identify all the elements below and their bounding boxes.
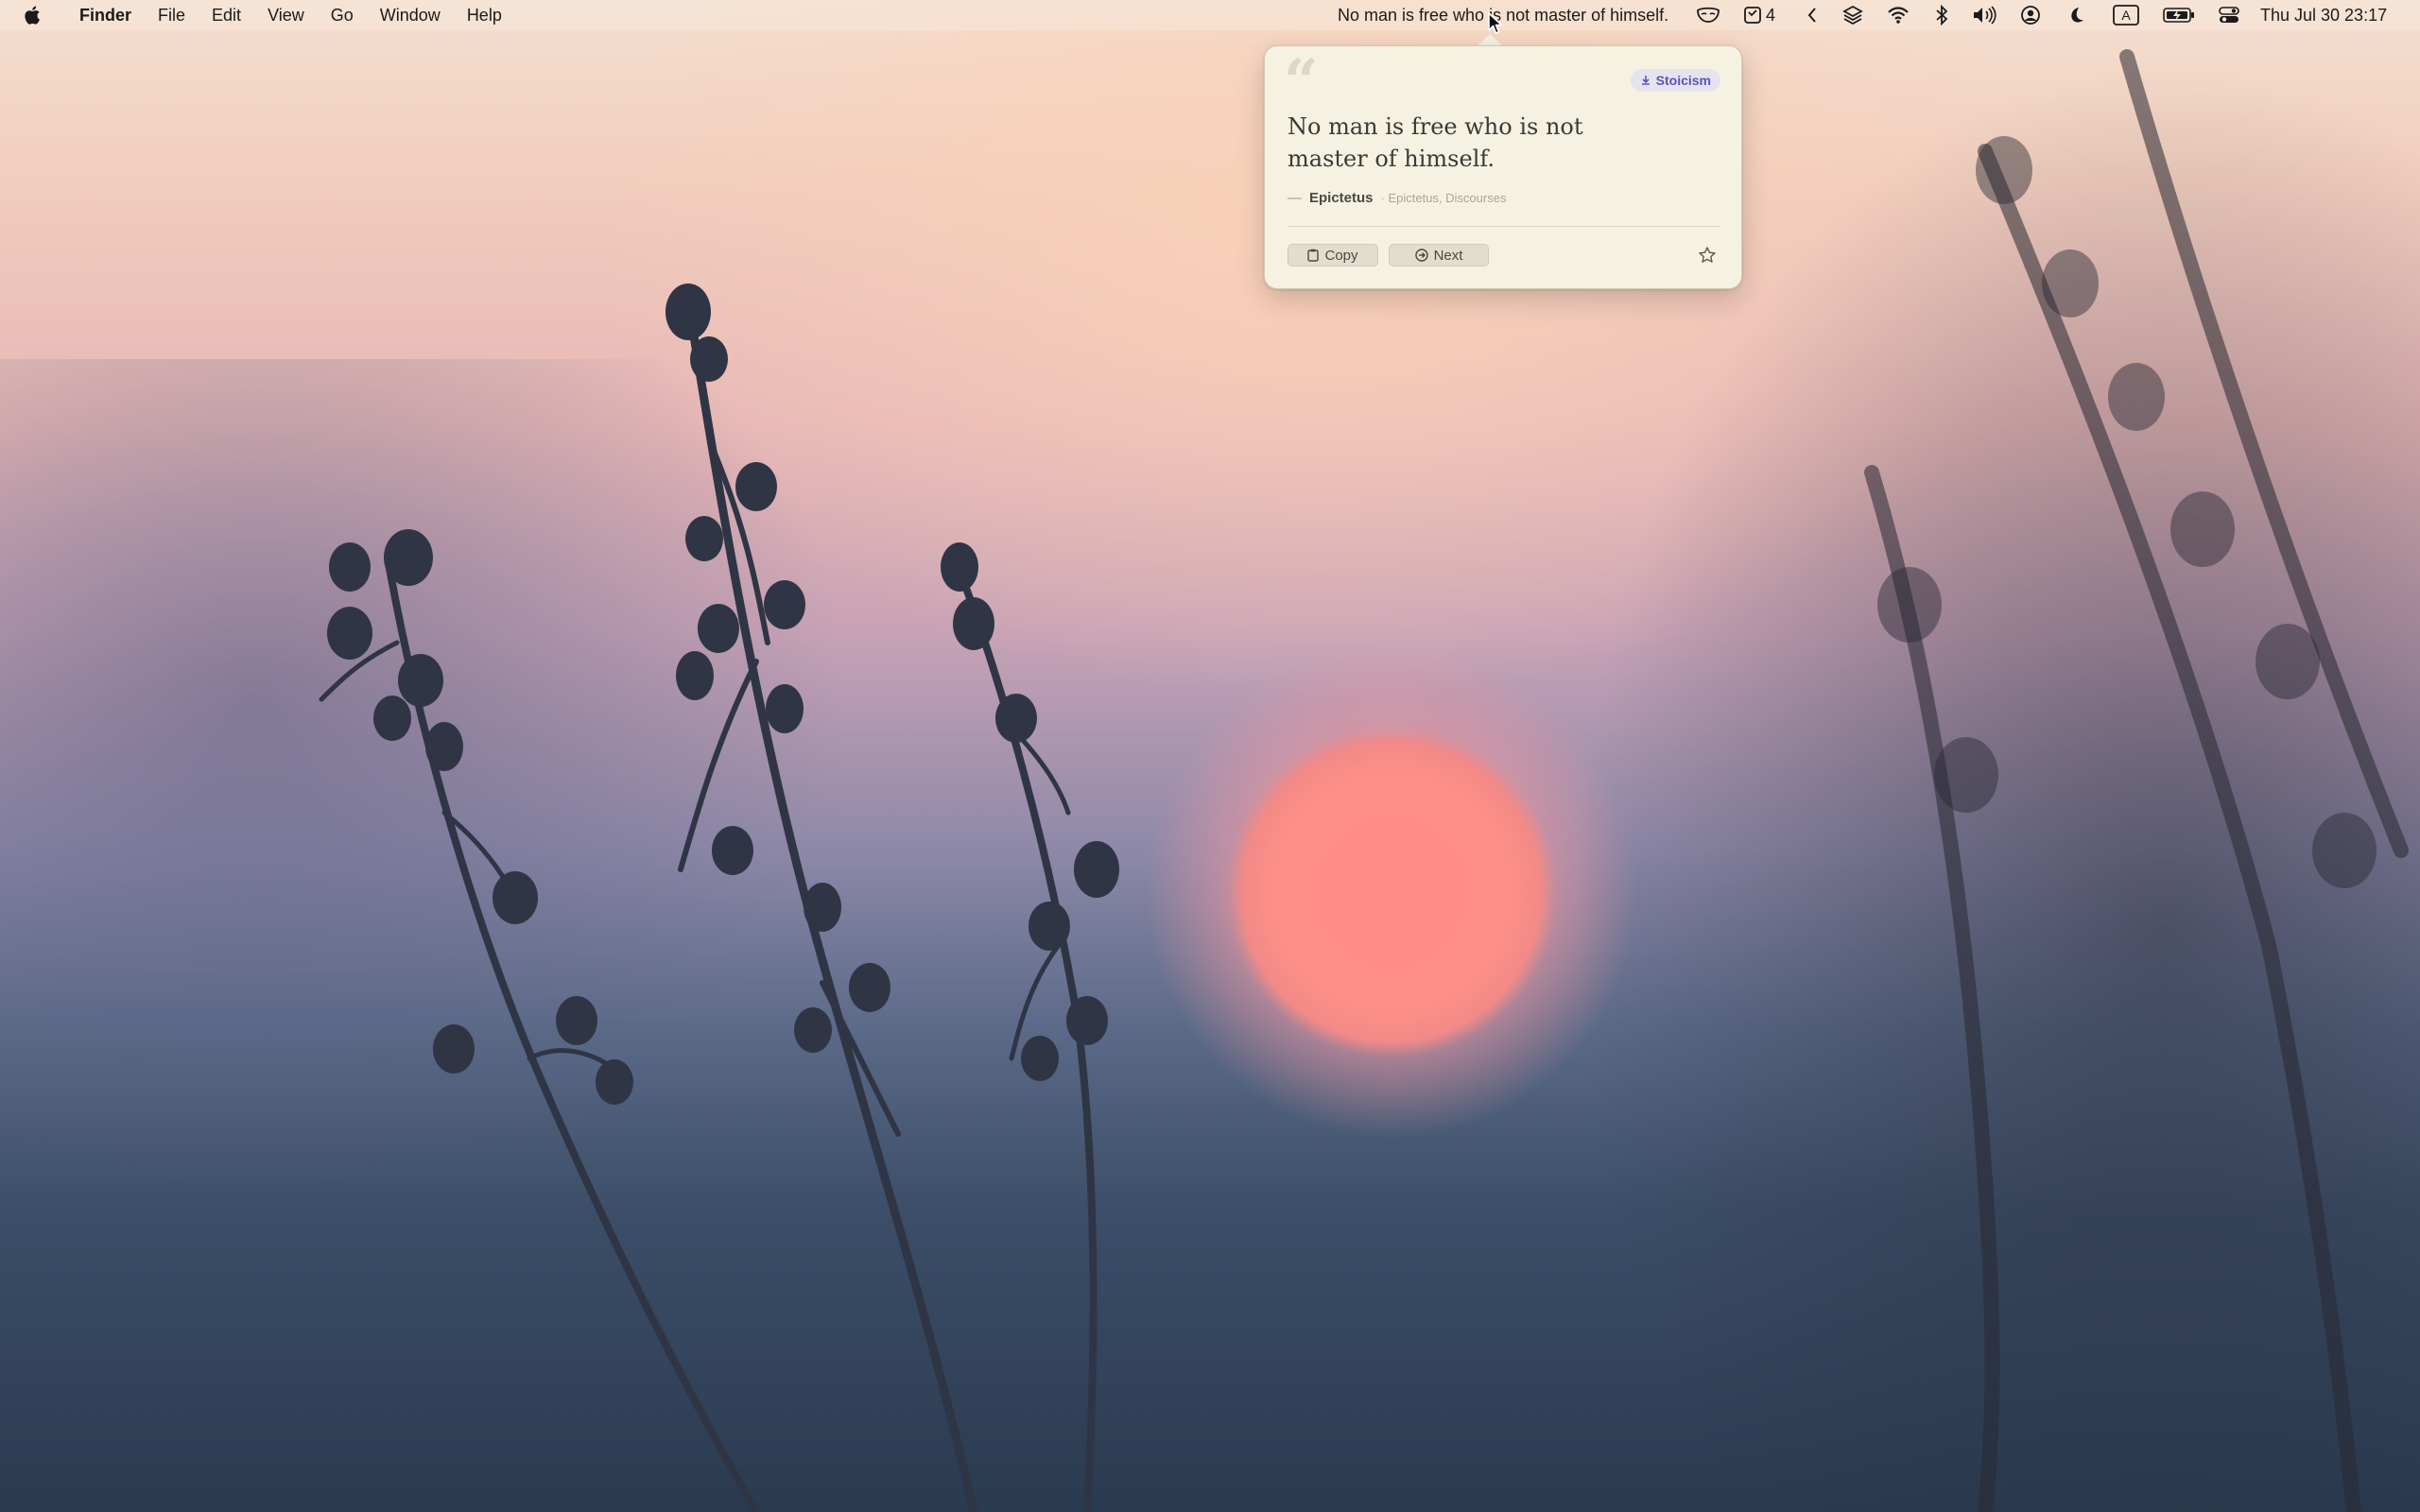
menu-bar-clock[interactable]: Thu Jul 30 23:17 bbox=[2260, 0, 2387, 30]
next-button[interactable]: Next bbox=[1389, 244, 1489, 266]
arrow-circle-icon bbox=[1414, 249, 1428, 262]
menu-bar: Finder File Edit View Go Window Help No … bbox=[0, 0, 2420, 30]
layers-icon[interactable] bbox=[1841, 4, 1864, 26]
quote-popover: “ Stoicism No man is free who is not mas… bbox=[1264, 45, 1742, 289]
wallpaper-plants bbox=[319, 49, 2409, 1512]
menu-view[interactable]: View bbox=[254, 0, 318, 30]
category-tag[interactable]: Stoicism bbox=[1630, 69, 1720, 92]
chevron-left-icon[interactable] bbox=[1803, 4, 1822, 26]
wifi-icon[interactable] bbox=[1886, 4, 1910, 26]
next-button-label: Next bbox=[1433, 247, 1463, 264]
copy-button-label: Copy bbox=[1324, 247, 1358, 264]
input-source-icon[interactable]: A bbox=[2112, 4, 2140, 26]
lotus-icon bbox=[1641, 76, 1650, 85]
bluetooth-icon[interactable] bbox=[1933, 4, 1950, 26]
reminders-count[interactable]: 4 bbox=[1766, 0, 1775, 30]
svg-text:A: A bbox=[2121, 8, 2131, 23]
desktop: Finder File Edit View Go Window Help No … bbox=[0, 0, 2420, 1512]
reminders-icon[interactable] bbox=[1742, 4, 1763, 26]
moon-icon[interactable] bbox=[2066, 4, 2086, 26]
apple-icon[interactable] bbox=[0, 0, 66, 30]
user-icon[interactable] bbox=[2019, 4, 2042, 26]
volume-icon[interactable] bbox=[1971, 4, 1999, 26]
battery-icon[interactable] bbox=[2162, 4, 2196, 26]
menu-app-finder[interactable]: Finder bbox=[66, 0, 145, 30]
star-icon[interactable] bbox=[1696, 244, 1719, 266]
attribution-dash: — bbox=[1288, 190, 1302, 206]
copy-button[interactable]: Copy bbox=[1288, 244, 1378, 266]
quote-author: Epictetus bbox=[1309, 190, 1374, 206]
quote-text: No man is free who is not master of hims… bbox=[1288, 113, 1583, 172]
mouse-cursor-icon bbox=[1488, 12, 1503, 34]
attribution: — Epictetus · Epictetus, Discourses bbox=[1288, 190, 1506, 206]
quote-source: · Epictetus, Discourses bbox=[1380, 191, 1507, 205]
clipboard-icon bbox=[1307, 249, 1320, 262]
menu-window[interactable]: Window bbox=[367, 0, 454, 30]
menu-file[interactable]: File bbox=[145, 0, 199, 30]
mask-icon[interactable] bbox=[1695, 4, 1721, 26]
divider bbox=[1288, 226, 1720, 227]
category-tag-label: Stoicism bbox=[1655, 73, 1711, 88]
quote-mark-icon: “ bbox=[1284, 46, 1319, 117]
menu-go[interactable]: Go bbox=[318, 0, 367, 30]
control-center-icon[interactable] bbox=[2218, 4, 2240, 26]
menu-edit[interactable]: Edit bbox=[199, 0, 254, 30]
menu-help[interactable]: Help bbox=[454, 0, 515, 30]
